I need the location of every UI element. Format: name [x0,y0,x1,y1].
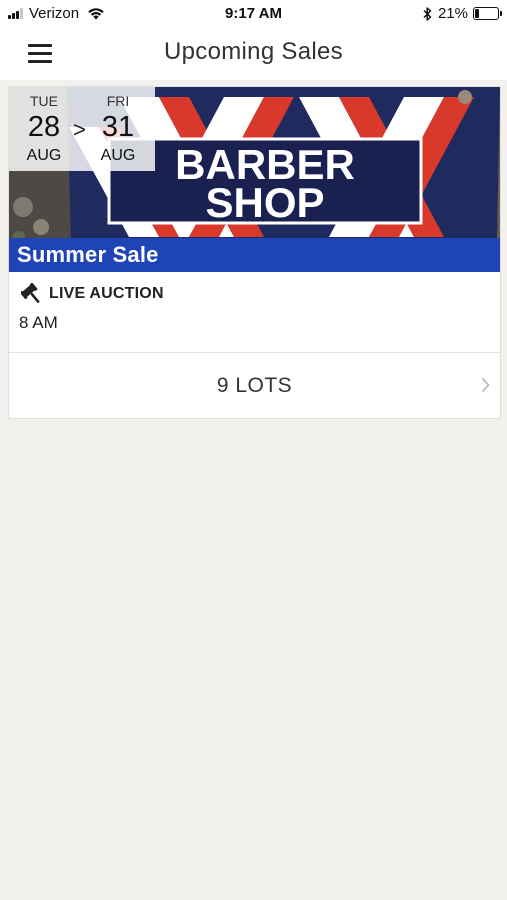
bluetooth-icon [423,6,432,21]
gavel-icon [21,283,40,303]
lots-button[interactable]: 9 LOTS [9,353,500,418]
sale-image[interactable]: BARBER SHOP TUE 28 AUG > FRI 31 AUG Summ… [9,87,500,272]
page-title: Upcoming Sales [164,38,343,65]
sale-title: Summer Sale [17,242,159,267]
status-right: 21% [423,5,502,22]
sale-time: 8 AM [19,313,58,332]
date-separator: > [73,117,86,142]
end-day: 31 [101,111,135,143]
end-weekday: FRI [106,93,130,109]
status-bar: Verizon 9:17 AM 21% [0,0,507,28]
battery-icon [473,7,502,20]
battery-percent: 21% [437,5,468,22]
sale-card[interactable]: BARBER SHOP TUE 28 AUG > FRI 31 AUG Summ… [8,86,501,419]
sale-date-range: TUE 28 AUG > FRI 31 AUG [9,87,155,171]
sign-line-2: SHOP [205,179,324,226]
chevron-right-icon [481,377,490,393]
lots-label: 9 LOTS [216,374,293,397]
battery-level [475,9,479,18]
auction-type-row: LIVE AUCTION [21,283,164,305]
auction-type: LIVE AUCTION [49,285,164,302]
nav-bar: Upcoming Sales [0,28,507,80]
start-day: 28 [27,111,61,143]
end-month: AUG [100,147,136,164]
sale-title-band: Summer Sale [9,238,500,272]
start-weekday: TUE [30,93,58,109]
start-month: AUG [26,147,62,164]
